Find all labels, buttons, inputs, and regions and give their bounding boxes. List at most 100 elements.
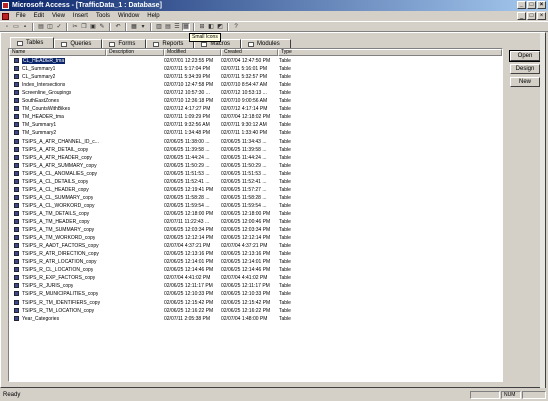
new-button[interactable]: New [510, 77, 540, 87]
table-icon [14, 170, 19, 176]
table-row[interactable]: Year_Categories 02/07/11 2:05:38 PM 02/07/… [9, 315, 502, 323]
tab-reports[interactable]: Reports [146, 39, 195, 48]
table-row[interactable]: CL_HEADER_tma 02/07/01 12:23:55 PM 02/07/0… [9, 57, 502, 65]
tab-modules[interactable]: Modules [241, 39, 291, 48]
large-icons-icon[interactable]: ▥ [155, 23, 163, 31]
table-row[interactable]: TSIPS_A_ATR_CHANNEL_ID_c... 02/06/25 11:3… [9, 138, 502, 146]
table-row[interactable]: Index_Intersections 02/07/10 12:47:58 PM 0… [9, 81, 502, 89]
table-row[interactable]: TSIPS_A_CL_ANOMALIES_copy 02/06/25 11:51:… [9, 170, 502, 178]
table-row[interactable]: TSIPS_A_TM_WORKORD_copy 02/06/25 12:12:14… [9, 234, 502, 242]
table-row[interactable]: TSIPS_A_TM_SUMMARY_copy 02/06/25 12:03:34… [9, 226, 502, 234]
table-row[interactable]: TSIPS_R_JURIS_copy 02/06/25 12:11:17 PM 02… [9, 282, 502, 290]
print-icon[interactable]: ▤ [37, 23, 45, 31]
table-row[interactable]: TSIPS_R_CL_LOCATION_copy 02/06/25 12:14:4… [9, 266, 502, 274]
details-icon[interactable]: ▦ [182, 22, 190, 31]
table-row[interactable]: TSIPS_R_AADT_FACTORS_copy 02/07/04 4:37:2… [9, 242, 502, 250]
new-icon[interactable]: ▫ [3, 23, 11, 31]
table-row[interactable]: TSIPS_A_ATR_HEADER_copy 02/06/25 11:44:24… [9, 154, 502, 162]
small-icons-icon[interactable]: ▤ [164, 23, 172, 31]
office-links-icon[interactable]: ▦ [130, 23, 138, 31]
table-row[interactable]: TSIPS_A_CL_SUMMARY_copy 02/06/25 11:58:28… [9, 194, 502, 202]
design-button[interactable]: Design [510, 64, 540, 74]
open-icon[interactable]: ▭ [12, 23, 20, 31]
table-row[interactable]: TSIPS_A_CL_DETAILS_copy 02/06/25 11:52:41… [9, 178, 502, 186]
row-name: TM_Summary2 [22, 130, 57, 137]
table-row[interactable]: TSIPS_A_TM_DETAILS_copy 02/06/25 12:18:00… [9, 210, 502, 218]
table-row[interactable]: TSIPS_A_ATR_DETAIL_copy 02/06/25 11:39:58… [9, 146, 502, 154]
row-created: 02/06/25 12:11:17 PM [221, 283, 270, 290]
mdi-scrollbar[interactable] [540, 33, 545, 388]
row-name: TSIPS_A_CL_WORKORD_copy [22, 202, 95, 209]
table-row[interactable]: TSIPS_R_TM_LOCATION_copy 02/06/25 12:16:2… [9, 307, 502, 315]
table-row[interactable]: TSIPS_R_ATR_DIRECTION_copy 02/06/25 12:13… [9, 250, 502, 258]
table-row[interactable]: TSIPS_A_TM_HEADER_copy 02/07/11 11:22:43 … [9, 218, 502, 226]
row-name: SouthEastZones [22, 98, 59, 105]
table-row[interactable]: TM_HEADER_tma 02/07/11 1:09:29 PM 02/07/04… [9, 113, 502, 121]
menu-view[interactable]: View [48, 13, 69, 19]
access-app-icon[interactable] [2, 2, 9, 9]
format-painter-icon[interactable]: ✎ [98, 23, 106, 31]
database-window-icon[interactable] [2, 12, 9, 20]
menu-edit[interactable]: Edit [30, 13, 48, 19]
menu-tools[interactable]: Tools [92, 13, 114, 19]
row-type: Table [279, 66, 291, 73]
row-type: Table [279, 219, 291, 225]
close-button[interactable]: × [537, 1, 546, 9]
tab-queries[interactable]: Queries [54, 39, 103, 48]
row-modified: 02/06/25 11:44:24 ... [164, 154, 210, 161]
menu-insert[interactable]: Insert [69, 13, 92, 19]
table-row[interactable]: TSIPS_A_ATR_SUMMARY_copy 02/06/25 11:50:2… [9, 162, 502, 170]
column-header-name[interactable]: Name [9, 49, 106, 56]
tab-forms[interactable]: Forms [102, 39, 147, 48]
menu-window[interactable]: Window [114, 13, 143, 19]
table-row[interactable]: TSIPS_R_TM_IDENTIFIERS_copy 02/06/25 12:1… [9, 299, 502, 307]
mdi-maximize-button[interactable]: □ [527, 12, 536, 20]
column-header-type[interactable]: Type [278, 49, 502, 56]
cut-icon[interactable]: ✂ [71, 23, 79, 31]
column-header-description[interactable]: Description [106, 49, 164, 56]
undo-icon[interactable]: ↶ [114, 23, 122, 31]
report-icon [153, 41, 160, 47]
table-row[interactable]: TSIPS_A_CL_HEADER_copy 02/06/25 12:19:41 … [9, 186, 502, 194]
save-icon[interactable]: ▪ [21, 23, 29, 31]
help-icon[interactable]: ? [232, 23, 240, 31]
maximize-button[interactable]: □ [527, 1, 536, 9]
table-row[interactable]: TSIPS_R_ATR_LOCATION_copy 02/06/25 12:14:… [9, 258, 502, 266]
row-modified: 02/06/25 12:15:42 PM [164, 299, 214, 306]
column-header-created[interactable]: Created [221, 49, 278, 56]
menu-help[interactable]: Help [143, 13, 163, 19]
relationships-icon[interactable]: ⊞ [198, 23, 206, 31]
table-row[interactable]: CL_Summary2 02/07/11 5:34:39 PM 02/07/11 5… [9, 73, 502, 81]
row-created: 02/06/25 12:16:22 PM [221, 307, 271, 314]
spell-icon[interactable]: ✓ [55, 23, 63, 31]
table-row[interactable]: SouthEastZones 02/07/10 12:36:18 PM 02/07/… [9, 97, 502, 105]
minimize-button[interactable]: _ [517, 1, 526, 9]
table-row[interactable]: TM_Summary2 02/07/11 1:34:48 PM 02/07/11 1… [9, 129, 502, 137]
row-type: Table [279, 98, 291, 105]
new-object-icon[interactable]: ◩ [216, 23, 224, 31]
table-list[interactable]: Name Description Modified Created Type C… [8, 48, 503, 382]
table-row[interactable]: CL_Summary1 02/07/11 5:17:04 PM 02/07/11 5… [9, 65, 502, 73]
row-name: TSIPS_A_TM_HEADER_copy [22, 219, 90, 225]
table-row[interactable]: TM_Summary1 02/07/11 9:32:56 AM 02/07/11 9… [9, 121, 502, 129]
table-row[interactable]: TSIPS_A_CL_WORKORD_copy 02/06/25 11:59:54… [9, 202, 502, 210]
copy-icon[interactable]: ❐ [80, 23, 88, 31]
row-modified: 02/06/25 12:03:34 PM [164, 227, 214, 234]
open-button[interactable]: Open [509, 50, 541, 62]
mdi-minimize-button[interactable]: _ [517, 12, 526, 20]
analyze-icon[interactable]: ▾ [139, 23, 147, 31]
column-header-modified[interactable]: Modified [164, 49, 221, 56]
paste-icon[interactable]: ▣ [89, 23, 97, 31]
row-type: Table [279, 146, 291, 153]
preview-icon[interactable]: ◫ [46, 23, 54, 31]
mdi-close-button[interactable]: × [537, 12, 546, 20]
table-row[interactable]: TM_CountsWithBikes 02/07/12 4:17:27 PM 02/… [9, 105, 502, 113]
tab-tables[interactable]: Tables [10, 37, 55, 48]
list-icon[interactable]: ☰ [173, 23, 181, 31]
table-row[interactable]: TSIPS_R_MUNICIPALITIES_copy 02/06/25 12:1… [9, 290, 502, 298]
table-row[interactable]: TSIPS_R_EXP_FACTORS_copy 02/07/04 4:41:02… [9, 274, 502, 282]
menu-file[interactable]: File [12, 13, 30, 19]
code-icon[interactable]: ◧ [207, 23, 215, 31]
table-row[interactable]: Screenline_Groupings 02/07/12 10:57:30 ..… [9, 89, 502, 97]
row-created: 02/06/25 12:14:46 PM [221, 267, 271, 274]
